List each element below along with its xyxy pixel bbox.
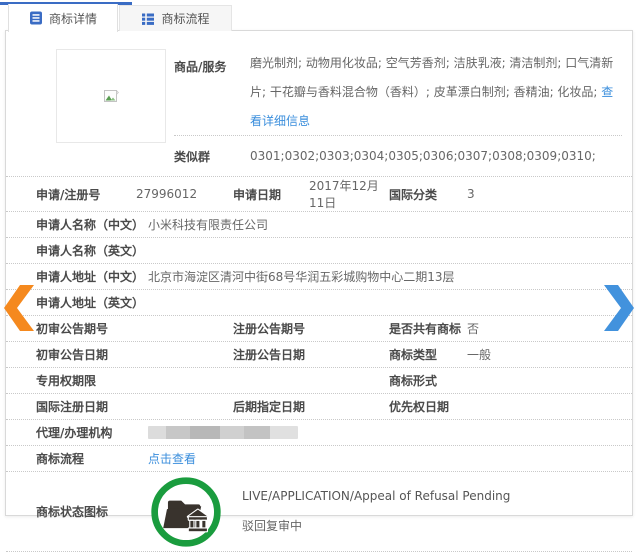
goods-section: 商品/服务 磨光制剂; 动物用化妆品; 空气芳香剂; 洁肤乳液; 清洁制剂; 口… [174, 49, 622, 176]
exclusive-right-row: 专用权期限 商标形式 [6, 368, 632, 395]
trademark-detail-panel: 商品/服务 磨光制剂; 动物用化妆品; 空气芳香剂; 洁肤乳液; 清洁制剂; 口… [5, 30, 633, 552]
similar-group-value: 0301;0302;0303;0304;0305;0306;0307;0308;… [250, 149, 596, 164]
status-label: 商标状态图标 [36, 505, 109, 520]
goods-value: 磨光制剂; 动物用化妆品; 空气芳香剂; 洁肤乳液; 清洁制剂; 口气清新片; … [250, 56, 614, 128]
app-number-value: 27996012 [136, 187, 198, 202]
gazette-number-row: 初审公告期号 注册公告期号 是否共有商标 否 [6, 316, 632, 343]
gazette-date-row: 初审公告日期 注册公告日期 商标类型 一般 [6, 342, 632, 369]
applicant-name-cn-row: 申请人名称（中文） 小米科技有限责任公司 [6, 212, 632, 239]
broken-image-icon [103, 89, 119, 102]
intl-class-label: 国际分类 [389, 187, 438, 202]
click-to-view-link[interactable]: 点击查看 [148, 452, 196, 466]
top-section: 商品/服务 磨光制剂; 动物用化妆品; 空气芳香剂; 洁肤乳液; 清洁制剂; 口… [6, 31, 632, 176]
status-text-en: LIVE/APPLICATION/Appeal of Refusal Pendi… [242, 489, 511, 504]
document-icon [29, 11, 43, 25]
tab-label: 商标详情 [48, 11, 97, 26]
similar-group-label: 类似群 [174, 149, 211, 164]
app-date-label: 申请日期 [233, 187, 282, 202]
goods-row: 商品/服务 磨光制剂; 动物用化妆品; 空气芳香剂; 洁肤乳液; 清洁制剂; 口… [174, 49, 622, 135]
tab-trademark-detail[interactable]: 商标详情 [8, 4, 118, 32]
agency-row: 代理/办理机构 [6, 420, 632, 447]
previous-arrow[interactable] [2, 283, 36, 333]
applicant-name-en-row: 申请人名称（英文） [6, 238, 632, 265]
tab-label: 商标流程 [161, 12, 210, 26]
intl-class-value: 3 [467, 187, 475, 202]
applicant-address-cn-row: 申请人地址（中文） 北京市海淀区清河中街68号华润五彩城购物中心二期13层 [6, 264, 632, 291]
app-number-label: 申请/注册号 [36, 187, 101, 202]
list-icon [141, 12, 155, 26]
trademark-image [56, 49, 166, 143]
applicant-address-en-row: 申请人地址（英文） [6, 290, 632, 317]
registration-row: 申请/注册号 27996012 申请日期 2017年12月11日 国际分类 3 [6, 177, 632, 213]
process-row: 商标流程 点击查看 [6, 446, 632, 473]
agency-redacted-value [148, 426, 298, 440]
tab-bar: 商标详情 商标流程 [0, 0, 640, 32]
app-date-value: 2017年12月11日 [309, 179, 379, 211]
intl-registration-row: 国际注册日期 后期指定日期 优先权日期 [6, 394, 632, 421]
similar-group-row: 类似群 0301;0302;0303;0304;0305;0306;0307;0… [174, 136, 622, 176]
tab-trademark-process[interactable]: 商标流程 [119, 5, 232, 31]
trademark-status-icon [151, 477, 221, 547]
goods-label: 商品/服务 [174, 60, 227, 74]
next-arrow[interactable] [602, 283, 636, 333]
status-row: 商标状态图标 LIVE/APPLICATION/Appeal of Refusa… [6, 472, 632, 552]
